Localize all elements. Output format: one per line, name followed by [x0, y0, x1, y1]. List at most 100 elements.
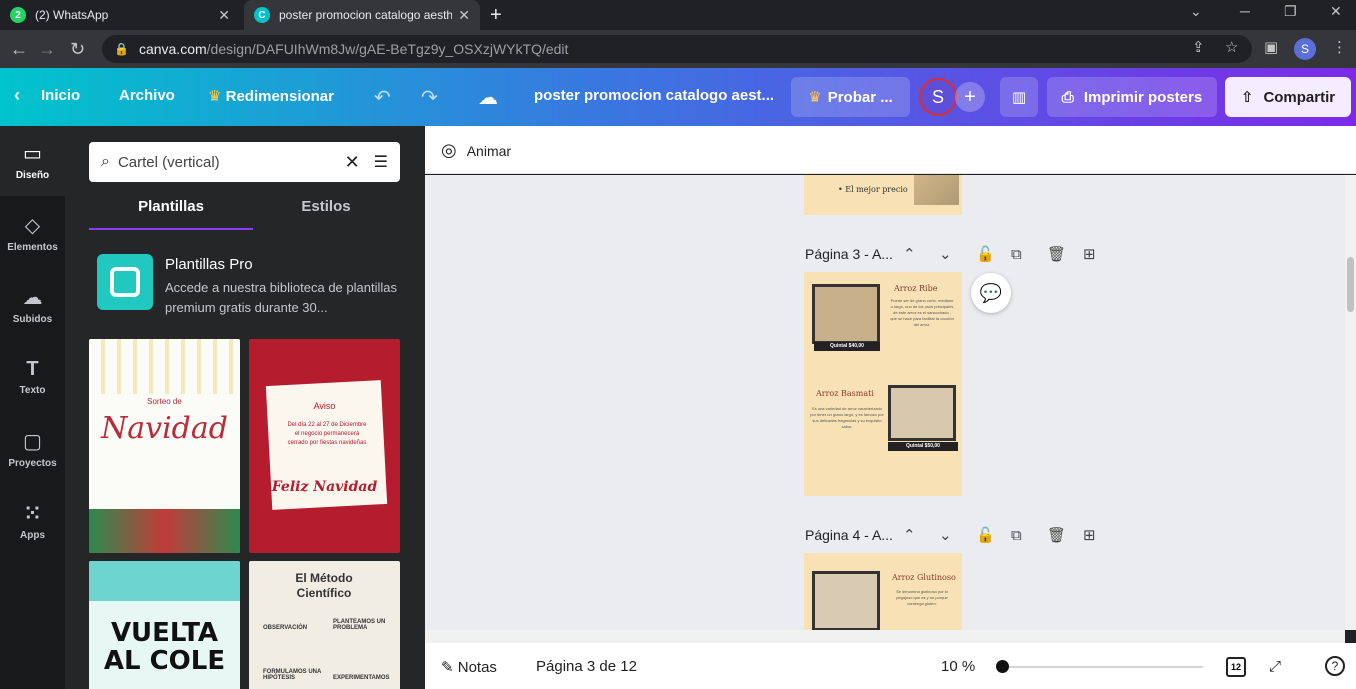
- rail-item-proyectos[interactable]: ▢ Proyectos: [0, 414, 65, 484]
- template-item: PLANTEAMOS UN PROBLEMA: [333, 619, 386, 631]
- pro-templates-icon: [97, 254, 153, 310]
- close-icon[interactable]: ✕: [218, 7, 230, 24]
- pro-templates-promo[interactable]: Plantillas Pro Accede a nuestra bibliote…: [97, 254, 397, 318]
- horizontal-scrollbar[interactable]: [425, 630, 1345, 643]
- add-page-icon[interactable]: ⊞: [1083, 245, 1096, 263]
- file-menu-button[interactable]: Archivo: [119, 87, 175, 104]
- page-4[interactable]: Arroz Glutinoso Se denomina glutinoso po…: [804, 553, 962, 630]
- page-indicator[interactable]: Página 3 de 12: [536, 658, 637, 675]
- share-button[interactable]: ⇧ Compartir: [1225, 77, 1351, 117]
- page-3-actions: ⌃ ⌄ 🔓 ⧉ 🗑 ⊞: [425, 242, 1345, 266]
- upload-share-icon: ⇧: [1240, 89, 1254, 106]
- browser-profile-avatar[interactable]: S: [1294, 38, 1316, 60]
- notes-icon: ✎: [441, 659, 454, 676]
- rail-item-apps[interactable]: ⁙ Apps: [0, 486, 65, 556]
- back-icon[interactable]: ←: [10, 39, 28, 60]
- notes-button[interactable]: ✎ Notas: [441, 658, 497, 676]
- filter-icon[interactable]: ☰: [374, 152, 388, 172]
- template-body: Del día 22 al 27 de Diciembre el negocio…: [287, 422, 367, 446]
- upload-icon: ☁: [22, 287, 43, 309]
- template-card[interactable]: VUELTA AL COLE: [89, 561, 240, 689]
- chevron-left-icon[interactable]: ‹: [14, 85, 20, 106]
- home-button[interactable]: Inicio: [41, 87, 80, 104]
- close-icon[interactable]: ✕: [458, 7, 470, 24]
- insights-button[interactable]: ▥: [1000, 77, 1038, 117]
- lock-icon[interactable]: 🔓: [976, 245, 995, 263]
- new-tab-button[interactable]: +: [490, 4, 502, 27]
- side-rail: ▭ Diseño ◇ Elementos ☁ Subidos T Texto ▢ Proy…: [0, 126, 65, 689]
- cloud-saved-icon[interactable]: ☁: [478, 85, 498, 110]
- print-posters-button[interactable]: ⎙ Imprimir posters: [1047, 77, 1217, 117]
- product-desc: Se denomina glutinoso por lo pegajoso qu…: [896, 589, 948, 606]
- pro-title: Plantillas Pro: [165, 256, 253, 273]
- zoom-slider-handle[interactable]: [996, 660, 1009, 673]
- crown-icon: ♛: [808, 89, 822, 106]
- status-bar: ✎ Notas Página 3 de 12 10 % 12 ⤢ ?: [425, 643, 1356, 689]
- bookmark-star-icon[interactable]: ☆: [1225, 38, 1238, 56]
- rail-item-subidos[interactable]: ☁ Subidos: [0, 270, 65, 340]
- tab-estilos[interactable]: Estilos: [244, 198, 408, 215]
- print-label: Imprimir posters: [1083, 88, 1203, 106]
- rail-label: Elementos: [7, 242, 58, 253]
- chevron-down-icon[interactable]: ⌄: [939, 245, 952, 263]
- page-grid-button[interactable]: 12: [1226, 657, 1246, 677]
- rail-item-diseno[interactable]: ▭ Diseño: [0, 126, 65, 196]
- rail-item-elementos[interactable]: ◇ Elementos: [0, 198, 65, 268]
- document-title[interactable]: poster promocion catalogo aest...: [534, 87, 774, 104]
- url-path: /design/DAFUIhWm8Jw/gAE-BeTgz9y_OSXzjWYk…: [206, 41, 569, 57]
- page-3[interactable]: Quintal $40,00 Arroz Ribe Puede ser de g…: [804, 272, 962, 496]
- scrollbar-thumb[interactable]: [1347, 257, 1354, 312]
- sidepanel-icon[interactable]: ▣: [1264, 38, 1278, 56]
- page-2-preview[interactable]: • El mejor precio: [804, 175, 962, 215]
- template-search[interactable]: ⌕ Cartel (vertical) ✕ ☰: [89, 142, 400, 182]
- resize-button[interactable]: ♛ Redimensionar: [208, 87, 334, 105]
- rail-item-texto[interactable]: T Texto: [0, 342, 65, 412]
- lock-icon[interactable]: 🔓: [976, 526, 995, 544]
- chevron-up-icon[interactable]: ⌃: [903, 245, 916, 263]
- template-card[interactable]: Aviso Del día 22 al 27 de Diciembre el n…: [249, 339, 400, 553]
- forward-icon[interactable]: →: [38, 39, 56, 60]
- duplicate-icon[interactable]: ⧉: [1011, 246, 1022, 263]
- trash-icon[interactable]: 🗑: [1047, 526, 1066, 544]
- clear-search-icon[interactable]: ✕: [345, 152, 360, 173]
- tab-search-icon[interactable]: ⌄: [1190, 3, 1202, 20]
- fullscreen-icon[interactable]: ⤢: [1269, 658, 1281, 675]
- chevron-up-icon[interactable]: ⌃: [903, 526, 916, 544]
- trash-icon[interactable]: 🗑: [1047, 245, 1066, 263]
- share-page-icon[interactable]: ⇪: [1192, 38, 1205, 56]
- try-pro-button[interactable]: ♛ Probar ...: [791, 77, 910, 117]
- url-field[interactable]: 🔒 canva.com/design/DAFUIhWm8Jw/gAE-BeTgz…: [102, 35, 1252, 63]
- reload-icon[interactable]: ↻: [70, 39, 85, 60]
- add-collaborator-button[interactable]: +: [955, 82, 985, 112]
- help-icon[interactable]: ?: [1325, 656, 1345, 676]
- rail-label: Diseño: [15, 170, 50, 181]
- zoom-slider-track[interactable]: [1001, 666, 1203, 668]
- template-card[interactable]: El Método Científico OBSERVACIÓN PLANTEA…: [249, 561, 400, 689]
- browser-menu-icon[interactable]: ⋮: [1332, 38, 1347, 56]
- add-page-icon[interactable]: ⊞: [1083, 526, 1096, 544]
- editor-header: ‹ Inicio Archivo ♛ Redimensionar ↶ ↷ ☁ p…: [0, 68, 1356, 126]
- tab-canva[interactable]: C poster promocion catalogo aesthetic ✕: [244, 0, 480, 30]
- duplicate-icon[interactable]: ⧉: [1011, 527, 1022, 544]
- product-name: Arroz Basmati: [816, 389, 874, 398]
- notes-label: Notas: [457, 659, 497, 676]
- user-avatar[interactable]: S: [919, 78, 957, 116]
- redo-icon[interactable]: ↷: [421, 85, 438, 110]
- tab-whatsapp[interactable]: 2 (2) WhatsApp ✕: [0, 0, 240, 30]
- window-close-icon[interactable]: ✕: [1330, 3, 1342, 20]
- add-comment-button[interactable]: 💬: [971, 273, 1011, 313]
- template-decoration: [89, 339, 240, 394]
- minimize-icon[interactable]: ─: [1240, 3, 1250, 19]
- chevron-down-icon[interactable]: ⌄: [939, 526, 952, 544]
- tab-plantillas[interactable]: Plantillas: [89, 198, 253, 230]
- vertical-scrollbar[interactable]: [1345, 175, 1356, 630]
- undo-icon[interactable]: ↶: [374, 85, 391, 110]
- page-4-actions: ⌃ ⌄ 🔓 ⧉ 🗑 ⊞: [425, 523, 1345, 547]
- template-card[interactable]: Sorteo de Navidad: [89, 339, 240, 553]
- search-input[interactable]: Cartel (vertical): [118, 154, 345, 171]
- animate-button[interactable]: ◎ Animar: [441, 140, 511, 161]
- product-name: Arroz Glutinoso: [892, 573, 956, 582]
- restore-icon[interactable]: ❐: [1284, 3, 1297, 20]
- zoom-value[interactable]: 10 %: [941, 658, 975, 675]
- apps-icon: ⁙: [24, 503, 41, 525]
